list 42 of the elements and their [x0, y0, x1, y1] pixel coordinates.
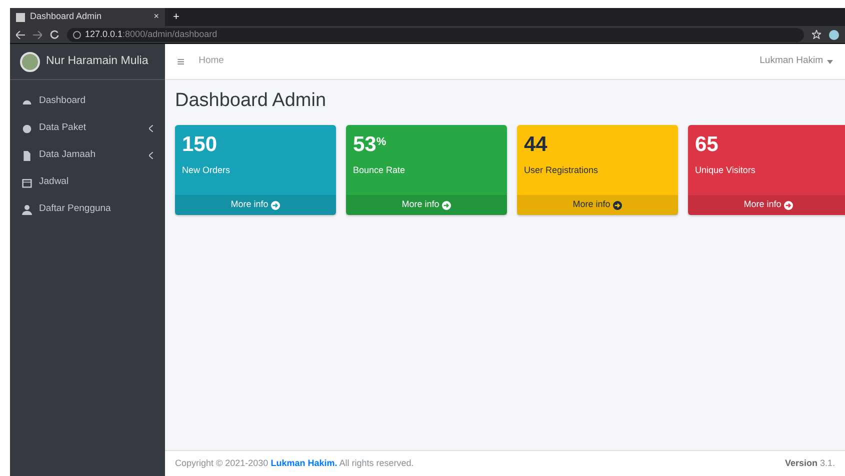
- stat-label: Unique Visitors: [694, 164, 756, 177]
- user-menu[interactable]: Lukman Hakim: [760, 54, 833, 69]
- arrow-circle-icon: [613, 200, 622, 210]
- new-tab-button[interactable]: +: [173, 8, 180, 26]
- stat-value: 44: [523, 132, 548, 156]
- stat-value: 53$^{%}$: [352, 132, 388, 156]
- arrow-circle-icon: [442, 200, 452, 210]
- sidebar-item[interactable]: Data Jamaah: [10, 142, 165, 169]
- more-info-link[interactable]: More info: [517, 195, 678, 215]
- stat-value: 65: [694, 132, 720, 156]
- page-icon: [16, 12, 25, 22]
- stat-label: Bounce Rate: [352, 164, 406, 177]
- page-title: Dashboard Admin: [175, 90, 328, 113]
- back-icon[interactable]: [16, 30, 25, 38]
- calendar-icon: [22, 178, 32, 188]
- arrow-circle-icon: [271, 200, 280, 210]
- more-info-link[interactable]: More info: [346, 195, 507, 215]
- sidebar-item[interactable]: Dashboard: [10, 88, 165, 115]
- tab-title[interactable]: Dashboard Admin: [30, 10, 102, 24]
- caret-icon: [827, 60, 833, 64]
- file-icon: [22, 150, 32, 160]
- version-text: Version 3.1.: [784, 456, 835, 470]
- sidebar-item[interactable]: Data Paket: [10, 115, 165, 142]
- more-info-link[interactable]: More info: [688, 195, 845, 215]
- user-icon: [22, 204, 32, 214]
- stat-value: 150: [181, 132, 218, 156]
- stat-label: User Registrations: [523, 164, 600, 177]
- tab-close-button[interactable]: ×: [154, 10, 159, 24]
- sidebar-item[interactable]: Daftar Pengguna: [10, 196, 165, 223]
- reload-icon[interactable]: [50, 30, 59, 39]
- address-bar[interactable]: 127.0.0.1:8000/admin/dashboard: [67, 28, 804, 42]
- copyright-text: Copyright © 2021-2030 Lukman Hakim. All rights reserved.: [175, 456, 414, 470]
- brand-name[interactable]: Nur Haramain Mulia: [46, 52, 148, 70]
- brand-logo: [20, 52, 40, 72]
- sidebar-item[interactable]: Jadwal: [10, 169, 165, 196]
- stat-label: New Orders: [181, 164, 232, 177]
- star-icon[interactable]: [812, 30, 821, 39]
- forward-icon[interactable]: [33, 30, 42, 38]
- more-info-link[interactable]: More info: [175, 195, 336, 215]
- profile-icon[interactable]: [829, 30, 839, 40]
- menu-toggle[interactable]: ≡: [177, 52, 185, 72]
- arrow-circle-icon: [784, 200, 794, 210]
